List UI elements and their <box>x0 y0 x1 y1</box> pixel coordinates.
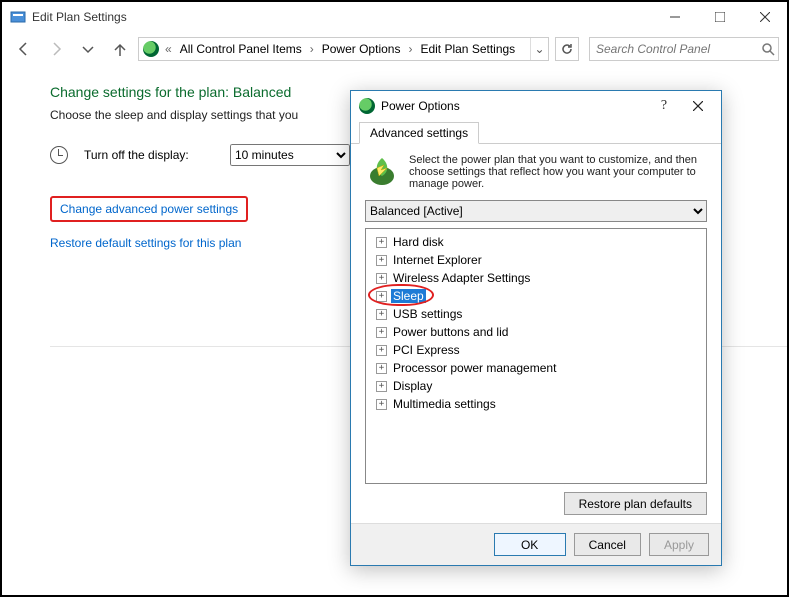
search-input[interactable] <box>590 42 759 56</box>
tree-item-label: Multimedia settings <box>391 397 498 411</box>
apply-button[interactable]: Apply <box>649 533 709 556</box>
titlebar: Edit Plan Settings <box>2 2 787 32</box>
expand-icon[interactable]: + <box>376 309 387 320</box>
tree-item-display[interactable]: + Display <box>370 377 702 395</box>
tree-item-usb-settings[interactable]: + USB settings <box>370 305 702 323</box>
up-button[interactable] <box>106 35 134 63</box>
dialog-close-button[interactable] <box>681 93 715 119</box>
address-bar[interactable]: « All Control Panel Items › Power Option… <box>138 37 549 61</box>
power-plan-icon <box>365 154 399 188</box>
tab-advanced-settings[interactable]: Advanced settings <box>359 122 479 144</box>
nav-row: « All Control Panel Items › Power Option… <box>2 32 787 66</box>
refresh-button[interactable] <box>555 37 579 61</box>
tree-item-label: USB settings <box>391 307 464 321</box>
tree-item-label: Wireless Adapter Settings <box>391 271 532 285</box>
tree-item-power-buttons-and-lid[interactable]: + Power buttons and lid <box>370 323 702 341</box>
tree-item-pci-express[interactable]: + PCI Express <box>370 341 702 359</box>
tree-item-label: Processor power management <box>391 361 558 375</box>
tree-item-label: Display <box>391 379 434 393</box>
breadcrumb-item[interactable]: All Control Panel Items <box>176 40 306 58</box>
tree-item-multimedia-settings[interactable]: + Multimedia settings <box>370 395 702 413</box>
expand-icon[interactable]: + <box>376 291 387 302</box>
chevron-right-icon: › <box>308 42 316 56</box>
dialog-tabstrip: Advanced settings <box>351 121 721 144</box>
tree-item-label: Internet Explorer <box>391 253 484 267</box>
expand-icon[interactable]: + <box>376 255 387 266</box>
breadcrumb-root-sep: « <box>163 42 174 56</box>
search-icon[interactable] <box>759 43 778 56</box>
tree-item-label: Hard disk <box>391 235 446 249</box>
search-box[interactable] <box>589 37 779 61</box>
expand-icon[interactable]: + <box>376 399 387 410</box>
settings-tree[interactable]: + Hard disk + Internet Explorer + Wireless Ad… <box>365 228 707 484</box>
expand-icon[interactable]: + <box>376 363 387 374</box>
restore-defaults-link[interactable]: Restore default settings for this plan <box>50 236 241 250</box>
tree-item-internet-explorer[interactable]: + Internet Explorer <box>370 251 702 269</box>
cancel-button[interactable]: Cancel <box>574 533 641 556</box>
help-button[interactable]: ? <box>647 93 681 119</box>
tree-item-sleep[interactable]: + Sleep <box>370 287 702 305</box>
expand-icon[interactable]: + <box>376 345 387 356</box>
turn-off-display-select[interactable]: 10 minutes <box>230 144 350 166</box>
change-advanced-link[interactable]: Change advanced power settings <box>60 202 238 216</box>
control-panel-icon <box>10 9 26 25</box>
clock-icon <box>50 146 68 164</box>
breadcrumb-item[interactable]: Edit Plan Settings <box>416 40 519 58</box>
minimize-button[interactable] <box>652 2 697 32</box>
dialog-intro: Select the power plan that you want to c… <box>365 154 707 190</box>
chevron-right-icon: › <box>406 42 414 56</box>
recent-dropdown[interactable] <box>74 35 102 63</box>
dialog-title: Power Options <box>381 99 647 113</box>
power-options-dialog: Power Options ? Advanced settings Select… <box>350 90 722 566</box>
dialog-intro-text: Select the power plan that you want to c… <box>409 154 707 190</box>
restore-plan-defaults-button[interactable]: Restore plan defaults <box>564 492 707 515</box>
tree-item-wireless-adapter-settings[interactable]: + Wireless Adapter Settings <box>370 269 702 287</box>
power-options-icon <box>143 41 159 57</box>
tree-item-label: Power buttons and lid <box>391 325 510 339</box>
tree-item-label: PCI Express <box>391 343 462 357</box>
back-button[interactable] <box>10 35 38 63</box>
window-title: Edit Plan Settings <box>32 10 652 24</box>
highlight-box: Change advanced power settings <box>50 196 248 222</box>
expand-icon[interactable]: + <box>376 381 387 392</box>
tree-item-label: Sleep <box>391 289 426 303</box>
address-dropdown[interactable]: ⌄ <box>530 38 548 60</box>
breadcrumb-item[interactable]: Power Options <box>318 40 405 58</box>
expand-icon[interactable]: + <box>376 273 387 284</box>
maximize-button[interactable] <box>697 2 742 32</box>
dialog-footer: OK Cancel Apply <box>351 523 721 565</box>
close-button[interactable] <box>742 2 787 32</box>
expand-icon[interactable]: + <box>376 327 387 338</box>
power-options-icon <box>359 98 375 114</box>
tree-item-processor-power-management[interactable]: + Processor power management <box>370 359 702 377</box>
dialog-titlebar: Power Options ? <box>351 91 721 121</box>
turn-off-display-label: Turn off the display: <box>84 148 214 162</box>
forward-button[interactable] <box>42 35 70 63</box>
tree-item-hard-disk[interactable]: + Hard disk <box>370 233 702 251</box>
ok-button[interactable]: OK <box>494 533 566 556</box>
expand-icon[interactable]: + <box>376 237 387 248</box>
power-plan-select[interactable]: Balanced [Active] <box>365 200 707 222</box>
